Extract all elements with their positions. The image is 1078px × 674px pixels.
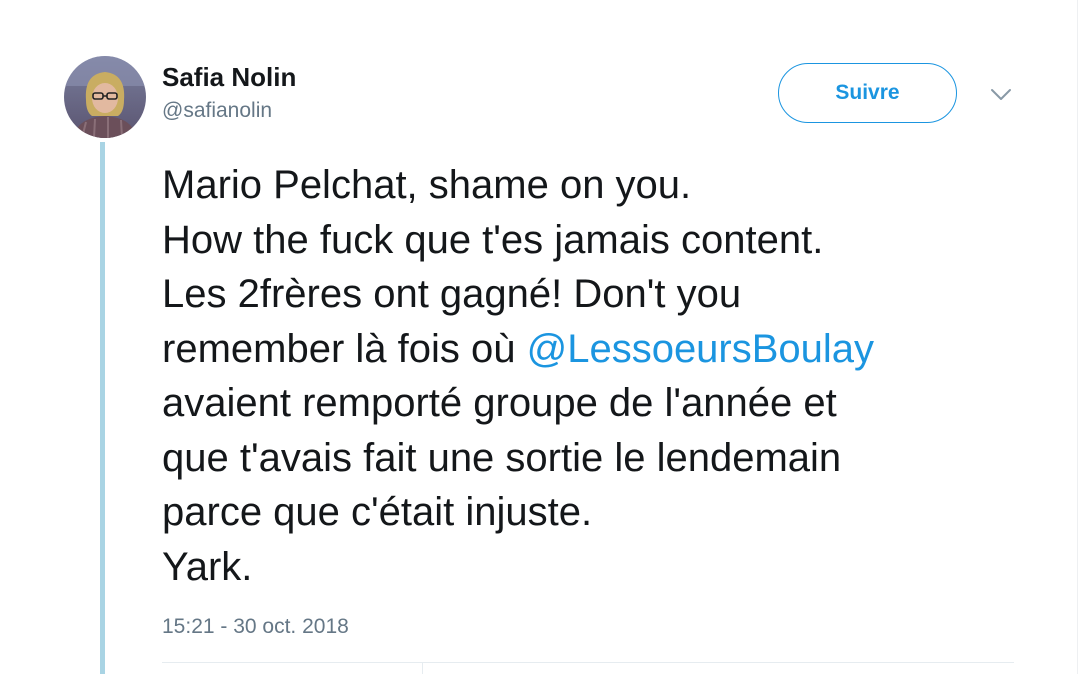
follow-button[interactable]: Suivre — [778, 63, 957, 123]
chevron-down-icon[interactable] — [986, 82, 1016, 108]
divider — [162, 662, 1014, 663]
tweet-line: Mario Pelchat, shame on you. — [162, 163, 692, 207]
tweet-line: parce que c'était injuste. — [162, 490, 593, 534]
tweet-line: Les 2frères ont gagné! Don't you — [162, 272, 742, 316]
tweet-line: que t'avais fait une sortie le lendemain — [162, 435, 842, 480]
tweet-timestamp[interactable]: 15:21 - 30 oct. 2018 — [162, 615, 349, 639]
tweet-line: How the fuck que t'es jamais content. — [162, 217, 824, 262]
tweet-line: avaient remporté groupe de l'année et — [162, 381, 837, 425]
author-display-name[interactable]: Safia Nolin — [162, 62, 296, 93]
avatar[interactable] — [64, 56, 146, 138]
thread-line — [100, 142, 105, 674]
tweet-card: Safia Nolin @safianolin Suivre Mario Pel… — [0, 0, 1078, 674]
tweet-line: Yark. — [162, 544, 253, 589]
tweet-line-text: remember là fois où — [162, 326, 527, 371]
profile-photo-icon — [64, 56, 146, 138]
mention-link[interactable]: @LessoeursBoulay — [527, 327, 874, 371]
author-handle[interactable]: @safianolin — [162, 99, 272, 123]
divider — [422, 662, 423, 674]
tweet-text: Mario Pelchat, shame on you. How the fuc… — [162, 158, 1042, 594]
tweet-line: remember là fois où @LessoeursBoulay — [162, 322, 1042, 377]
